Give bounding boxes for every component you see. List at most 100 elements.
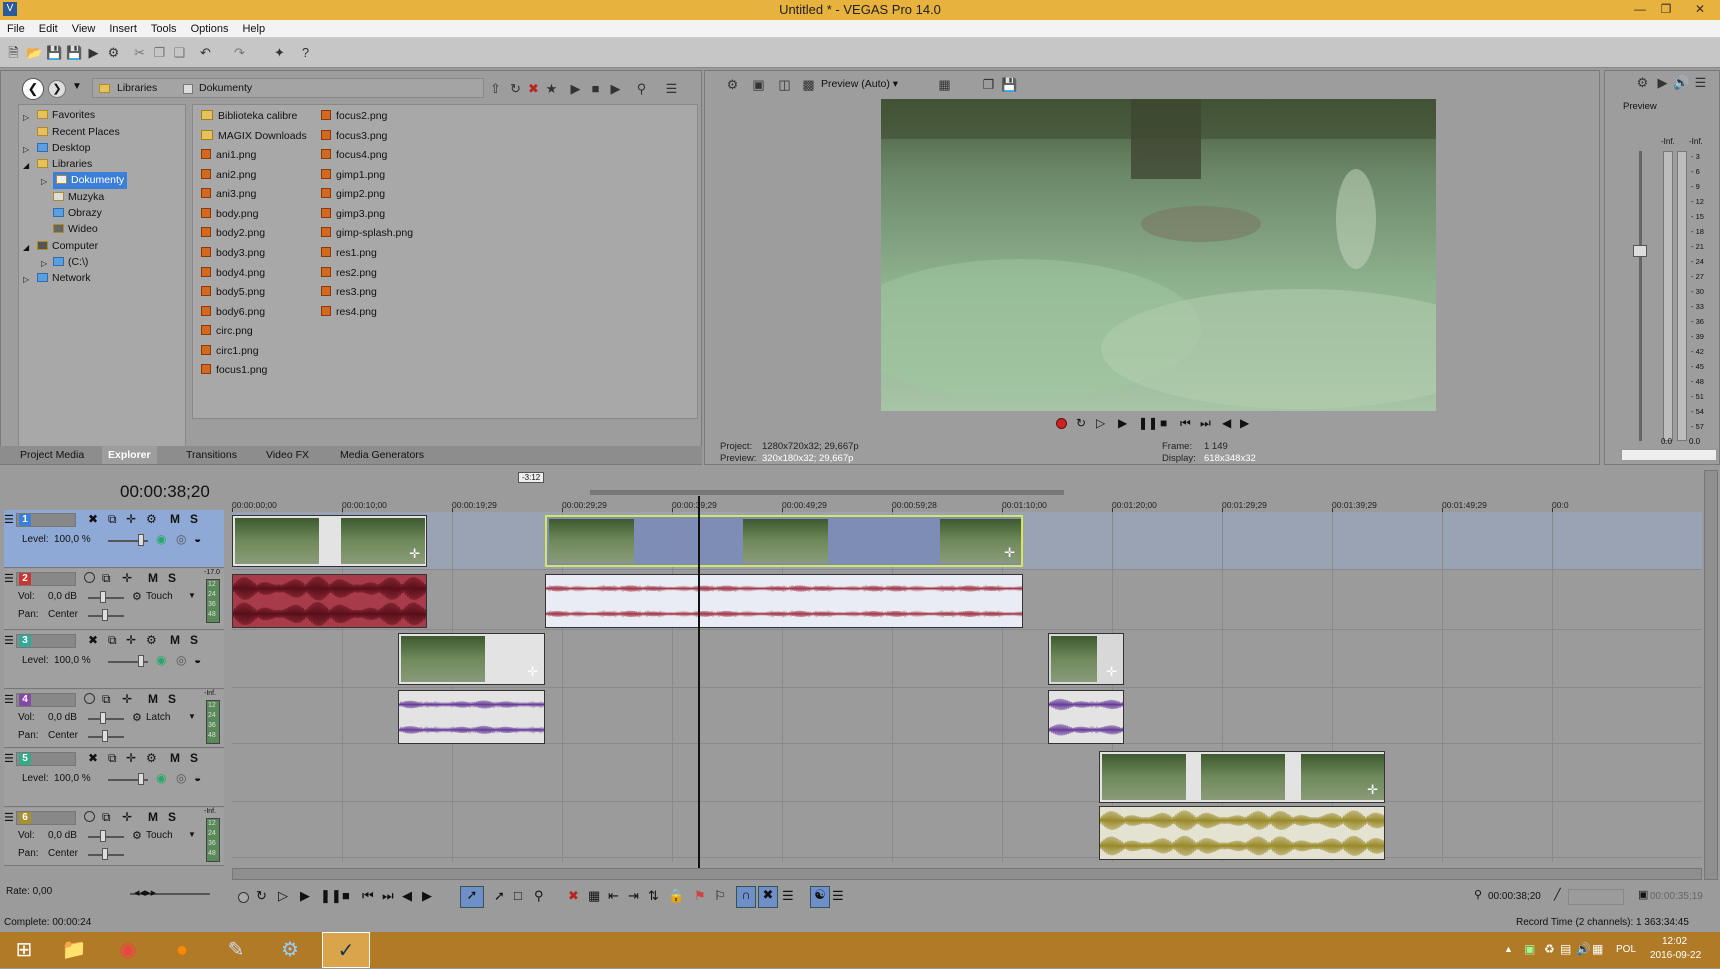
save-icon[interactable]: 💾 xyxy=(46,45,62,60)
master-scrollbar[interactable] xyxy=(1621,449,1717,461)
tray-arrow-icon[interactable]: ▲ xyxy=(1504,944,1513,954)
automation-mode-dropdown-icon[interactable]: ▼ xyxy=(188,830,196,839)
split-screen-icon[interactable]: ◫ xyxy=(777,77,792,92)
tray-sync-icon[interactable]: ♻ xyxy=(1544,942,1555,956)
tree-item-libraries[interactable]: Libraries xyxy=(37,156,92,173)
go-to-end-icon[interactable]: ⏭ xyxy=(1200,416,1211,431)
ignore-grouping-icon[interactable]: ☰ xyxy=(832,888,844,904)
list-item[interactable]: gimp3.png xyxy=(321,205,385,223)
level-value[interactable]: 100,0 % xyxy=(54,655,91,666)
external-monitor-icon[interactable]: ▣ xyxy=(751,77,766,92)
list-item[interactable]: focus1.png xyxy=(201,361,267,379)
language-indicator[interactable]: POL xyxy=(1616,944,1636,955)
grid-icon[interactable]: ▦ xyxy=(937,77,952,92)
new-icon[interactable]: 🗎 xyxy=(6,45,21,60)
track-fx-icon[interactable]: ✛ xyxy=(122,692,132,706)
back-button[interactable]: ❮ xyxy=(22,78,44,100)
paint-icon[interactable]: ⚙ xyxy=(266,932,314,968)
automation-mode-value[interactable]: Latch xyxy=(146,712,170,723)
vol-slider-knob[interactable] xyxy=(100,591,106,603)
arm-record-icon[interactable] xyxy=(84,572,95,583)
history-dropdown-icon[interactable]: ▼ xyxy=(72,81,82,92)
compositing-mode-icon[interactable]: ⧉ xyxy=(108,512,117,527)
composite-parent-icon[interactable]: ◎ xyxy=(176,532,186,546)
timeline-timecode[interactable]: 00:00:38;20 xyxy=(120,482,210,502)
track-fx-icon[interactable]: ✛ xyxy=(122,810,132,824)
list-item[interactable]: res3.png xyxy=(321,283,377,301)
tree-item-dokumenty[interactable]: Dokumenty xyxy=(53,172,128,189)
list-item[interactable]: ani1.png xyxy=(201,146,256,164)
audio-clip[interactable] xyxy=(1048,690,1124,744)
snapshot-icon[interactable]: ✦ xyxy=(272,45,287,60)
menu-view[interactable]: View xyxy=(65,20,103,38)
pause-icon[interactable]: ❚❚ xyxy=(320,888,342,904)
mixer-icon[interactable]: ☰ xyxy=(1693,75,1708,90)
composite-child-icon[interactable]: ◉ xyxy=(156,653,166,667)
stop-icon[interactable]: ■ xyxy=(1160,416,1167,430)
list-item[interactable]: res4.png xyxy=(321,303,377,321)
chrome-icon[interactable]: ◉ xyxy=(104,932,152,968)
trim-end-icon[interactable]: ⇥ xyxy=(628,888,639,904)
menu-insert[interactable]: Insert xyxy=(102,20,144,38)
master-fx-icon[interactable]: ▶ xyxy=(1655,75,1670,90)
pan-value[interactable]: Center xyxy=(48,730,78,741)
automation-mode-icon[interactable]: ⚙ xyxy=(132,829,142,842)
forward-button[interactable]: ❯ xyxy=(48,80,66,98)
automation-mode-value[interactable]: Touch xyxy=(146,830,173,841)
tree-item-recent-places[interactable]: Recent Places xyxy=(37,124,120,141)
close-button[interactable]: ✕ xyxy=(1683,0,1717,20)
go-to-end-icon[interactable]: ⏭ xyxy=(382,888,394,904)
selection-start-field[interactable] xyxy=(1568,889,1624,905)
track-header-4[interactable]: 4 ☰ ⧉ ✛ M S Vol: 0,0 dB ⚙ Latch ▼ Pan: Center -Inf. 12… xyxy=(4,690,224,748)
file-explorer-icon[interactable]: 📁 xyxy=(50,932,98,968)
cursor-position-field[interactable]: 00:00:38;20 xyxy=(1488,889,1548,905)
make-compositing-child-icon[interactable]: ◒ xyxy=(194,653,201,667)
path-segment-libraries[interactable]: Libraries xyxy=(117,82,157,94)
invert-phase-icon[interactable]: ⧉ xyxy=(102,571,111,586)
copy-snapshot-icon[interactable]: ❐ xyxy=(981,77,996,92)
track-number[interactable]: 2 xyxy=(16,572,76,586)
solo-button[interactable]: S xyxy=(190,512,198,526)
track-header-5[interactable]: 5 ☰ ✖ ⧉ ✛ ⚙ M S Level: 100,0 % ◉ ◎ ◒ xyxy=(4,749,224,807)
invert-phase-icon[interactable]: ⧉ xyxy=(102,810,111,825)
vegas-taskbar-icon[interactable]: ✓ xyxy=(322,932,370,968)
level-slider-knob[interactable] xyxy=(138,534,144,546)
compositing-mode-icon[interactable]: ⧉ xyxy=(108,633,117,648)
redo-icon[interactable]: ↷ xyxy=(232,45,247,60)
zoom-icon[interactable]: ⚲ xyxy=(634,81,649,96)
master-settings-icon[interactable]: ⚙ xyxy=(1635,75,1650,90)
solo-button[interactable]: S xyxy=(168,571,176,585)
cut-icon[interactable]: ✂ xyxy=(132,45,147,60)
level-value[interactable]: 100,0 % xyxy=(54,773,91,784)
list-item[interactable]: body2.png xyxy=(201,224,265,242)
marker-flag[interactable]: -3:12 xyxy=(518,472,545,483)
track-settings-icon[interactable]: ⚙ xyxy=(146,633,157,647)
mute-button[interactable]: M xyxy=(148,810,158,824)
next-frame-icon[interactable]: ▶ xyxy=(1240,416,1249,430)
selection-tool-icon[interactable]: □ xyxy=(514,888,522,903)
overlays-icon[interactable]: ▩ xyxy=(801,77,816,92)
track-settings-icon[interactable]: ⚙ xyxy=(146,751,157,765)
tray-app-icon[interactable]: ▣ xyxy=(1524,942,1535,956)
go-to-start-icon[interactable]: ⏮ xyxy=(1180,416,1191,431)
list-item[interactable]: body.png xyxy=(201,205,258,223)
tray-display-icon[interactable]: ▦ xyxy=(1592,942,1603,956)
clip-fx-icon[interactable]: ✛ xyxy=(1106,664,1117,680)
record-icon[interactable] xyxy=(1056,418,1067,429)
list-item[interactable]: focus2.png xyxy=(321,107,387,125)
tree-item-muzyka[interactable]: Muzyka xyxy=(53,189,104,206)
tree-item-network[interactable]: Network xyxy=(37,270,91,287)
paste-icon[interactable]: ❏ xyxy=(172,45,187,60)
automation-mode-icon[interactable]: ⚙ xyxy=(132,590,142,603)
clock-time[interactable]: 12:02 xyxy=(1662,936,1687,947)
vol-slider-knob[interactable] xyxy=(100,830,106,842)
vol-value[interactable]: 0,0 dB xyxy=(48,591,77,602)
track-fx-icon[interactable]: ✛ xyxy=(126,751,136,765)
go-to-start-icon[interactable]: ⏮ xyxy=(362,888,374,904)
mute-button[interactable]: M xyxy=(148,692,158,706)
stop-icon[interactable]: ■ xyxy=(588,81,603,96)
tab-media-generators[interactable]: Media Generators xyxy=(334,446,430,464)
save-snapshot-icon[interactable]: 💾 xyxy=(1001,77,1017,92)
refresh-icon[interactable]: ↻ xyxy=(508,81,523,96)
composite-parent-icon[interactable]: ◎ xyxy=(176,653,186,667)
